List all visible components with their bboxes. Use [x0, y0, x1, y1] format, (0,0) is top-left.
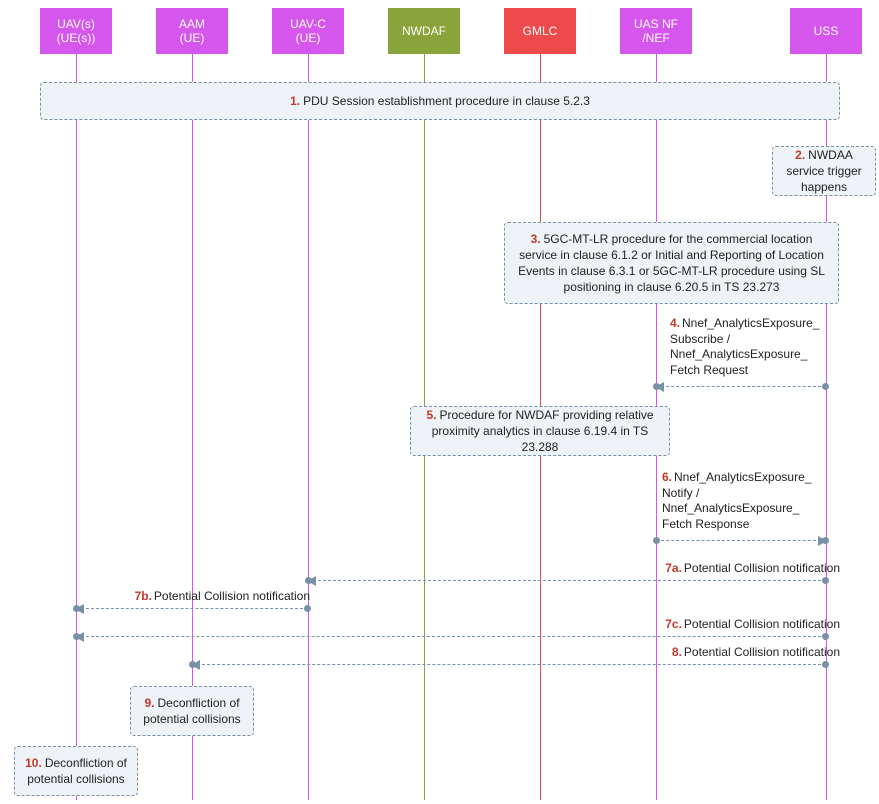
- participant-uss: USS: [790, 8, 862, 54]
- step1-num: 1.: [290, 94, 300, 108]
- msg7c-num: 7c.: [665, 617, 682, 631]
- msg7c-line: [76, 636, 826, 637]
- participant-uasnf-label: UAS NF/NEF: [634, 17, 678, 46]
- step1-box: 1.PDU Session establishment procedure in…: [40, 82, 840, 120]
- msg7c-label: 7c.Potential Collision notification: [620, 617, 840, 633]
- participant-aam-label: AAM(UE): [179, 17, 205, 46]
- msg7b-num: 7b.: [135, 589, 152, 603]
- step5-text: Procedure for NWDAF providing relative p…: [432, 408, 654, 454]
- step9-num: 9.: [144, 696, 154, 710]
- participant-gmlc-label: GMLC: [523, 24, 558, 38]
- msg7a-num: 7a.: [665, 561, 682, 575]
- step10-num: 10.: [25, 756, 42, 770]
- step1-text: PDU Session establishment procedure in c…: [303, 94, 590, 108]
- msg8-line: [192, 664, 826, 665]
- msg6-label: 6.Nnef_AnalyticsExposure_Notify /Nnef_An…: [662, 470, 842, 532]
- lifeline-uav: [76, 54, 77, 800]
- msg8-label: 8.Potential Collision notification: [630, 645, 840, 661]
- msg6-num: 6.: [662, 470, 672, 484]
- msg8-text: Potential Collision notification: [684, 645, 840, 659]
- msg7a-line: [308, 580, 826, 581]
- sequence-diagram: UAV(s)(UE(s)) AAM(UE) UAV-C(UE) NWDAF GM…: [0, 0, 879, 804]
- participant-uav-label: UAV(s)(UE(s)): [57, 17, 96, 46]
- step3-num: 3.: [531, 232, 541, 246]
- msg6-line: [656, 540, 826, 541]
- participant-uss-label: USS: [814, 24, 839, 38]
- step3-text: 5GC-MT-LR procedure for the commercial l…: [518, 232, 825, 295]
- step3-box: 3.5GC-MT-LR procedure for the commercial…: [504, 222, 839, 304]
- msg4-label: 4.Nnef_AnalyticsExposure_Subscribe /Nnef…: [670, 316, 850, 378]
- msg7b-text: Potential Collision notification: [154, 589, 310, 603]
- msg7b-label: 7b.Potential Collision notification: [100, 589, 310, 605]
- participant-nwdaf: NWDAF: [388, 8, 460, 54]
- step10-text: Deconfliction of potential collisions: [27, 756, 127, 786]
- participant-aam: AAM(UE): [156, 8, 228, 54]
- msg7a-text: Potential Collision notification: [684, 561, 840, 575]
- participant-uavc-label: UAV-C(UE): [290, 17, 326, 46]
- step10-box: 10.Deconfliction of potential collisions: [14, 746, 138, 796]
- step2-num: 2.: [795, 148, 805, 162]
- step5-box: 5.Procedure for NWDAF providing relative…: [410, 406, 670, 456]
- msg7b-line: [76, 608, 308, 609]
- msg4-text: Nnef_AnalyticsExposure_Subscribe /Nnef_A…: [670, 316, 819, 377]
- msg4-line: [656, 386, 826, 387]
- step2-box: 2.NWDAA service trigger happens: [772, 146, 876, 196]
- participant-uavc: UAV-C(UE): [272, 8, 344, 54]
- participant-nwdaf-label: NWDAF: [402, 24, 446, 38]
- msg7c-text: Potential Collision notification: [684, 617, 840, 631]
- msg7a-label: 7a.Potential Collision notification: [620, 561, 840, 577]
- msg8-num: 8.: [672, 645, 682, 659]
- participant-gmlc: GMLC: [504, 8, 576, 54]
- step9-text: Deconfliction of potential collisions: [143, 696, 240, 726]
- lifeline-uavc: [308, 54, 309, 800]
- participant-uasnf: UAS NF/NEF: [620, 8, 692, 54]
- msg6-text: Nnef_AnalyticsExposure_Notify /Nnef_Anal…: [662, 470, 811, 531]
- step5-num: 5.: [426, 408, 436, 422]
- msg4-num: 4.: [670, 316, 680, 330]
- participant-uav: UAV(s)(UE(s)): [40, 8, 112, 54]
- step9-box: 9.Deconfliction of potential collisions: [130, 686, 254, 736]
